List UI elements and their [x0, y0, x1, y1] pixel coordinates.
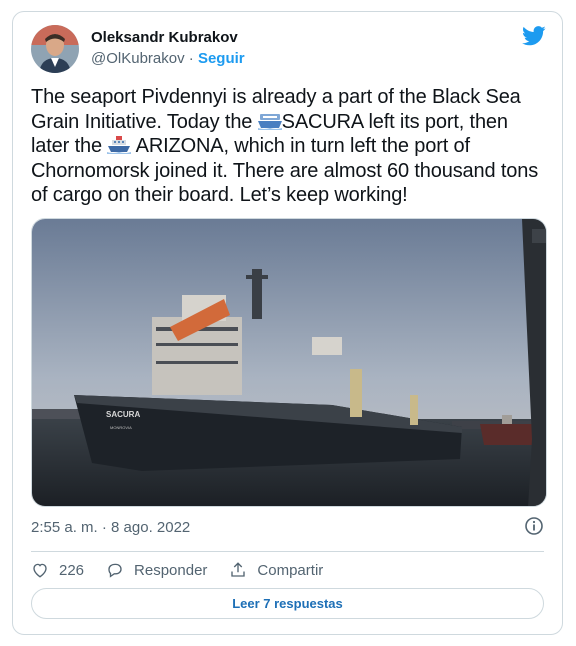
tweet-card: Oleksandr Kubrakov @OlKubrakov · Seguir …: [12, 11, 563, 635]
twitter-bird-icon[interactable]: [522, 26, 546, 46]
tweet-photo[interactable]: SACURA MONROVIA: [31, 218, 547, 507]
follow-button[interactable]: Seguir: [198, 50, 245, 67]
heart-icon: [33, 563, 47, 578]
hull-port-text: MONROVIA: [110, 425, 132, 430]
handle-separator: ·: [184, 50, 198, 67]
action-bar: 226 Responder Compartir: [31, 559, 345, 581]
like-button[interactable]: 226: [31, 561, 84, 579]
info-icon[interactable]: [524, 516, 544, 536]
tweet-timestamp[interactable]: 2:55 a. m. · 8 ago. 2022: [31, 519, 190, 536]
reply-button[interactable]: Responder: [106, 561, 207, 579]
hull-name-text: SACURA: [106, 410, 140, 419]
tweet-text: The seaport Pivdennyi is already a part …: [31, 85, 549, 208]
author-handle[interactable]: @OlKubrakov: [91, 50, 185, 67]
like-count: 226: [59, 561, 85, 579]
share-icon: [231, 562, 246, 577]
read-replies-button[interactable]: Leer 7 respuestas: [31, 588, 544, 619]
author-name[interactable]: Oleksandr Kubrakov: [91, 29, 238, 47]
share-button[interactable]: Compartir: [229, 561, 323, 579]
ship2-name: ARIZONA: [131, 135, 224, 157]
avatar[interactable]: [31, 25, 79, 73]
ship1-name: SACURA: [281, 110, 364, 133]
divider: [31, 551, 544, 552]
share-label: Compartir: [257, 561, 324, 579]
author-handle-row: @OlKubrakov · Seguir: [91, 50, 245, 68]
reply-label: Responder: [134, 561, 208, 579]
reply-icon: [108, 563, 122, 578]
ship-emoji-icon: [257, 113, 282, 130]
passenger-ship-emoji-icon: [107, 136, 132, 154]
